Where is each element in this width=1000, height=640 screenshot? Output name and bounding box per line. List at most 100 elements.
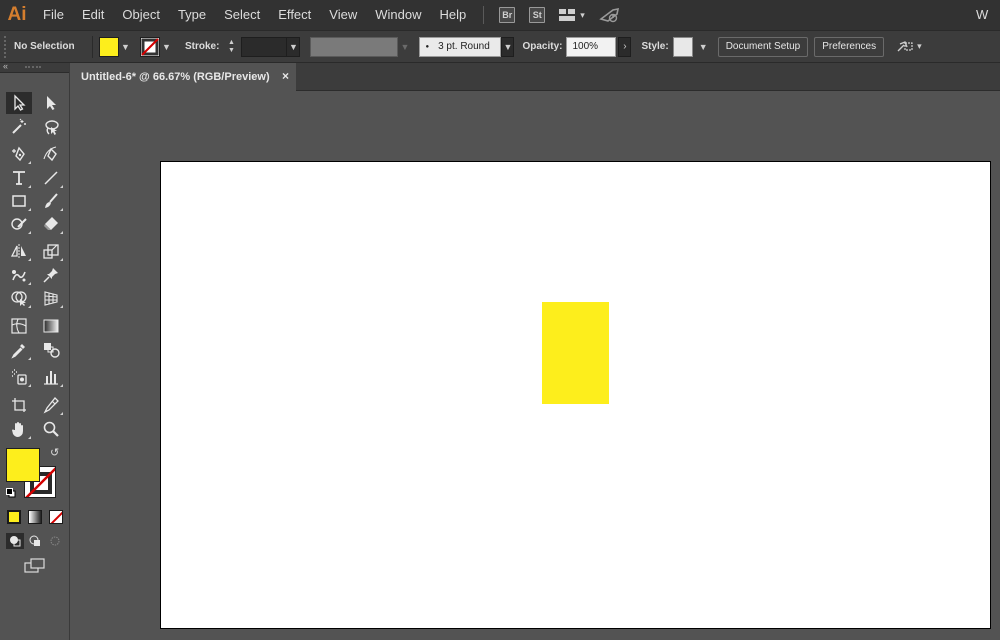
brush-definition[interactable]: ● 3 pt. Round	[419, 36, 502, 57]
document-setup-button[interactable]: Document Setup	[717, 36, 809, 57]
screen-mode-button[interactable]	[24, 558, 46, 574]
perspective-grid-tool[interactable]	[38, 287, 64, 309]
puppet-warp-icon	[12, 270, 26, 282]
curvature-tool[interactable]	[38, 143, 64, 165]
pen-tool[interactable]	[6, 143, 32, 165]
gradient-tool[interactable]	[38, 315, 64, 337]
brush-dropdown[interactable]: ▼	[501, 36, 515, 57]
tool-group-indicator	[28, 208, 31, 211]
tool-group-indicator	[28, 436, 31, 439]
artboard[interactable]	[160, 161, 991, 629]
pin-tool[interactable]	[38, 264, 64, 286]
blend-icon	[44, 343, 60, 358]
eyedropper-tool[interactable]	[6, 339, 32, 361]
variable-width-profile[interactable]	[310, 36, 399, 57]
arrange-documents-button[interactable]: ▾	[558, 8, 585, 22]
opacity-slider-toggle[interactable]: ›	[618, 36, 632, 57]
tool-group-indicator	[28, 161, 31, 164]
workspace-switcher[interactable]: W	[976, 0, 1000, 30]
swap-fill-stroke-icon[interactable]: ↺	[50, 446, 59, 459]
tool-group-indicator	[28, 357, 31, 360]
draw-inside-button[interactable]	[46, 533, 64, 549]
graphic-style-swatch[interactable]	[672, 36, 693, 57]
blend-tool[interactable]	[38, 339, 64, 361]
draw-behind-button[interactable]	[26, 533, 44, 549]
artboard-tool[interactable]	[6, 394, 32, 416]
stroke-weight-field[interactable]	[241, 36, 288, 57]
zoom-tool[interactable]	[38, 418, 64, 440]
symbol-sprayer-tool[interactable]	[6, 366, 32, 388]
document-tab[interactable]: Untitled-6* @ 66.67% (RGB/Preview) ×	[71, 63, 296, 91]
menu-window[interactable]: Window	[366, 0, 430, 30]
menu-select[interactable]: Select	[215, 0, 269, 30]
tool-group-indicator	[60, 305, 63, 308]
column-graph-tool[interactable]	[38, 366, 64, 388]
puppet-warp-tool[interactable]	[6, 264, 32, 286]
magic-wand-tool[interactable]	[6, 116, 32, 138]
menu-object[interactable]: Object	[113, 0, 169, 30]
draw-normal-button[interactable]	[6, 533, 24, 549]
reflect-tool[interactable]	[6, 240, 32, 262]
shape-builder-tool[interactable]	[6, 287, 32, 309]
direct-selection-tool[interactable]	[38, 92, 64, 114]
align-options-button[interactable]: ▾	[896, 39, 922, 55]
tool-row	[6, 143, 64, 165]
stroke-weight-dropdown[interactable]: ▼	[287, 36, 301, 57]
gpu-performance-button[interactable]	[598, 7, 621, 23]
collapse-panel-icon[interactable]: «	[3, 61, 8, 71]
fill-swatch[interactable]	[6, 448, 40, 482]
scale-tool[interactable]	[38, 240, 64, 262]
transform-icon	[897, 40, 913, 51]
lasso-icon	[45, 120, 59, 135]
menu-type[interactable]: Type	[169, 0, 215, 30]
selection-tool[interactable]	[6, 92, 32, 114]
color-button[interactable]	[7, 510, 21, 524]
fill-color-swatch[interactable]	[99, 36, 119, 57]
default-fill-stroke-icon[interactable]	[6, 488, 16, 498]
screen-mode-icon	[24, 558, 45, 573]
panel-grip[interactable]	[4, 35, 10, 58]
bridge-button[interactable]: Br	[499, 7, 516, 23]
menu-file[interactable]: File	[34, 0, 73, 30]
gradient-button[interactable]	[28, 510, 42, 524]
paintbrush-tool[interactable]	[38, 190, 64, 212]
slice-tool[interactable]	[38, 394, 64, 416]
line-segment-tool[interactable]	[38, 167, 64, 189]
menu-help[interactable]: Help	[430, 0, 475, 30]
fill-dropdown[interactable]: ▼	[119, 37, 132, 57]
chevron-down-icon: ▼	[227, 46, 235, 54]
stroke-color-swatch[interactable]	[140, 36, 160, 57]
panel-grip[interactable]	[25, 66, 41, 68]
menu-view[interactable]: View	[320, 0, 366, 30]
eraser-tool[interactable]	[38, 213, 64, 235]
preferences-button[interactable]: Preferences	[814, 36, 885, 57]
hand-tool[interactable]	[6, 418, 32, 440]
mesh-tool[interactable]	[6, 315, 32, 337]
tool-row	[6, 213, 64, 235]
none-button[interactable]	[49, 510, 63, 524]
shaper-tool[interactable]	[6, 213, 32, 235]
profile-dropdown[interactable]: ▼	[398, 37, 411, 57]
opacity-field[interactable]: 100%	[566, 36, 617, 57]
yellow-rectangle[interactable]	[542, 302, 609, 404]
document-tab-bar: Untitled-6* @ 66.67% (RGB/Preview) ×	[71, 63, 1000, 91]
lasso-tool[interactable]	[38, 116, 64, 138]
reflect-icon	[10, 244, 26, 258]
menu-edit[interactable]: Edit	[73, 0, 113, 30]
stroke-dropdown[interactable]: ▼	[160, 37, 173, 57]
tool-row	[6, 240, 64, 262]
artboard-icon	[12, 398, 26, 412]
opacity-label[interactable]: Opacity:	[522, 41, 562, 52]
stock-button[interactable]: St	[529, 7, 546, 23]
menu-effect[interactable]: Effect	[269, 0, 320, 30]
canvas-area[interactable]	[71, 91, 1000, 640]
chevron-down-icon: ▾	[917, 41, 922, 51]
drawing-modes-row	[6, 533, 64, 549]
rectangle-tool[interactable]	[6, 190, 32, 212]
stroke-weight-stepper[interactable]: ▲ ▼	[225, 37, 237, 57]
shape-builder-icon	[11, 291, 27, 306]
style-dropdown[interactable]: ▼	[697, 37, 710, 57]
magic-wand-icon	[12, 118, 26, 134]
close-tab-icon[interactable]: ×	[282, 69, 289, 83]
type-tool[interactable]	[6, 167, 32, 189]
